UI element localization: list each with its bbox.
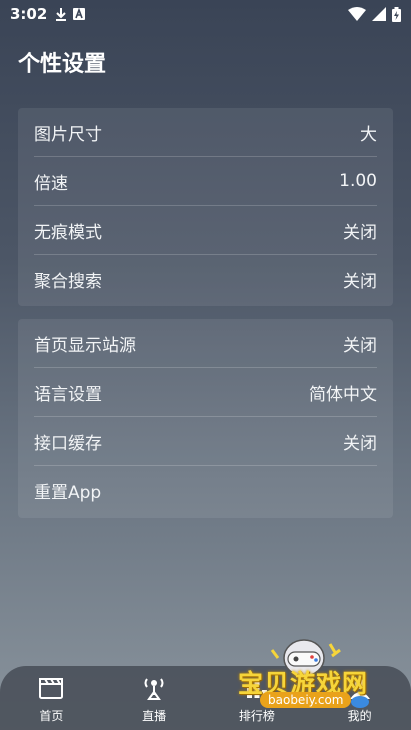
- download-icon: [56, 8, 67, 21]
- wifi-icon: [348, 7, 366, 21]
- setting-value: 1.00: [339, 171, 377, 191]
- nav-label: 排行榜: [238, 709, 275, 723]
- nav-item-live[interactable]: 直播: [104, 675, 204, 724]
- nav-item-ranking[interactable]: 排行榜: [207, 675, 307, 724]
- setting-value: 关闭: [343, 222, 377, 243]
- setting-row-image-size[interactable]: 图片尺寸 大: [34, 108, 377, 157]
- settings-group-display: 图片尺寸 大 倍速 1.00 无痕模式 关闭 聚合搜索 关闭: [18, 108, 393, 306]
- setting-row-playback-speed[interactable]: 倍速 1.00: [34, 157, 377, 206]
- setting-label: 无痕模式: [34, 222, 102, 243]
- bottom-nav: 首页 直播 排行榜 我的: [0, 666, 411, 730]
- setting-label: 语言设置: [34, 384, 102, 405]
- setting-row-api-cache[interactable]: 接口缓存 关闭: [34, 417, 377, 466]
- setting-row-reset-app[interactable]: 重置App: [34, 466, 377, 515]
- setting-row-aggregated-search[interactable]: 聚合搜索 关闭: [34, 255, 377, 304]
- font-icon: [73, 8, 86, 20]
- nav-label: 我的: [347, 709, 372, 723]
- nav-item-profile[interactable]: 我的: [310, 675, 410, 724]
- page-title: 个性设置: [18, 52, 107, 77]
- status-bar: 3:02: [0, 0, 411, 28]
- setting-label: 重置App: [34, 483, 102, 503]
- setting-row-language[interactable]: 语言设置 简体中文: [34, 368, 377, 417]
- setting-label: 图片尺寸: [34, 124, 102, 145]
- signal-icon: [372, 7, 386, 21]
- settings-group-general: 首页显示站源 关闭 语言设置 简体中文 接口缓存 关闭 重置App: [18, 319, 393, 518]
- nav-label: 直播: [142, 709, 167, 723]
- setting-label: 倍速: [34, 173, 68, 194]
- setting-row-incognito-mode[interactable]: 无痕模式 关闭: [34, 206, 377, 255]
- setting-value: 简体中文: [309, 384, 377, 405]
- profile-icon: [349, 679, 370, 699]
- setting-label: 首页显示站源: [34, 335, 136, 356]
- nav-item-home[interactable]: 首页: [1, 675, 101, 724]
- setting-row-home-source[interactable]: 首页显示站源 关闭: [34, 319, 377, 368]
- setting-value: 关闭: [343, 433, 377, 454]
- ranking-icon: [246, 681, 267, 698]
- setting-value: 关闭: [343, 272, 377, 292]
- setting-label: 接口缓存: [34, 433, 102, 454]
- setting-value: 关闭: [343, 335, 377, 356]
- status-time: 3:02: [10, 5, 48, 23]
- setting-value: 大: [360, 124, 377, 145]
- clapperboard-icon: [39, 678, 64, 699]
- nav-label: 首页: [39, 709, 64, 723]
- setting-label: 聚合搜索: [34, 272, 102, 292]
- broadcast-icon: [144, 678, 164, 700]
- battery-icon: [392, 6, 401, 22]
